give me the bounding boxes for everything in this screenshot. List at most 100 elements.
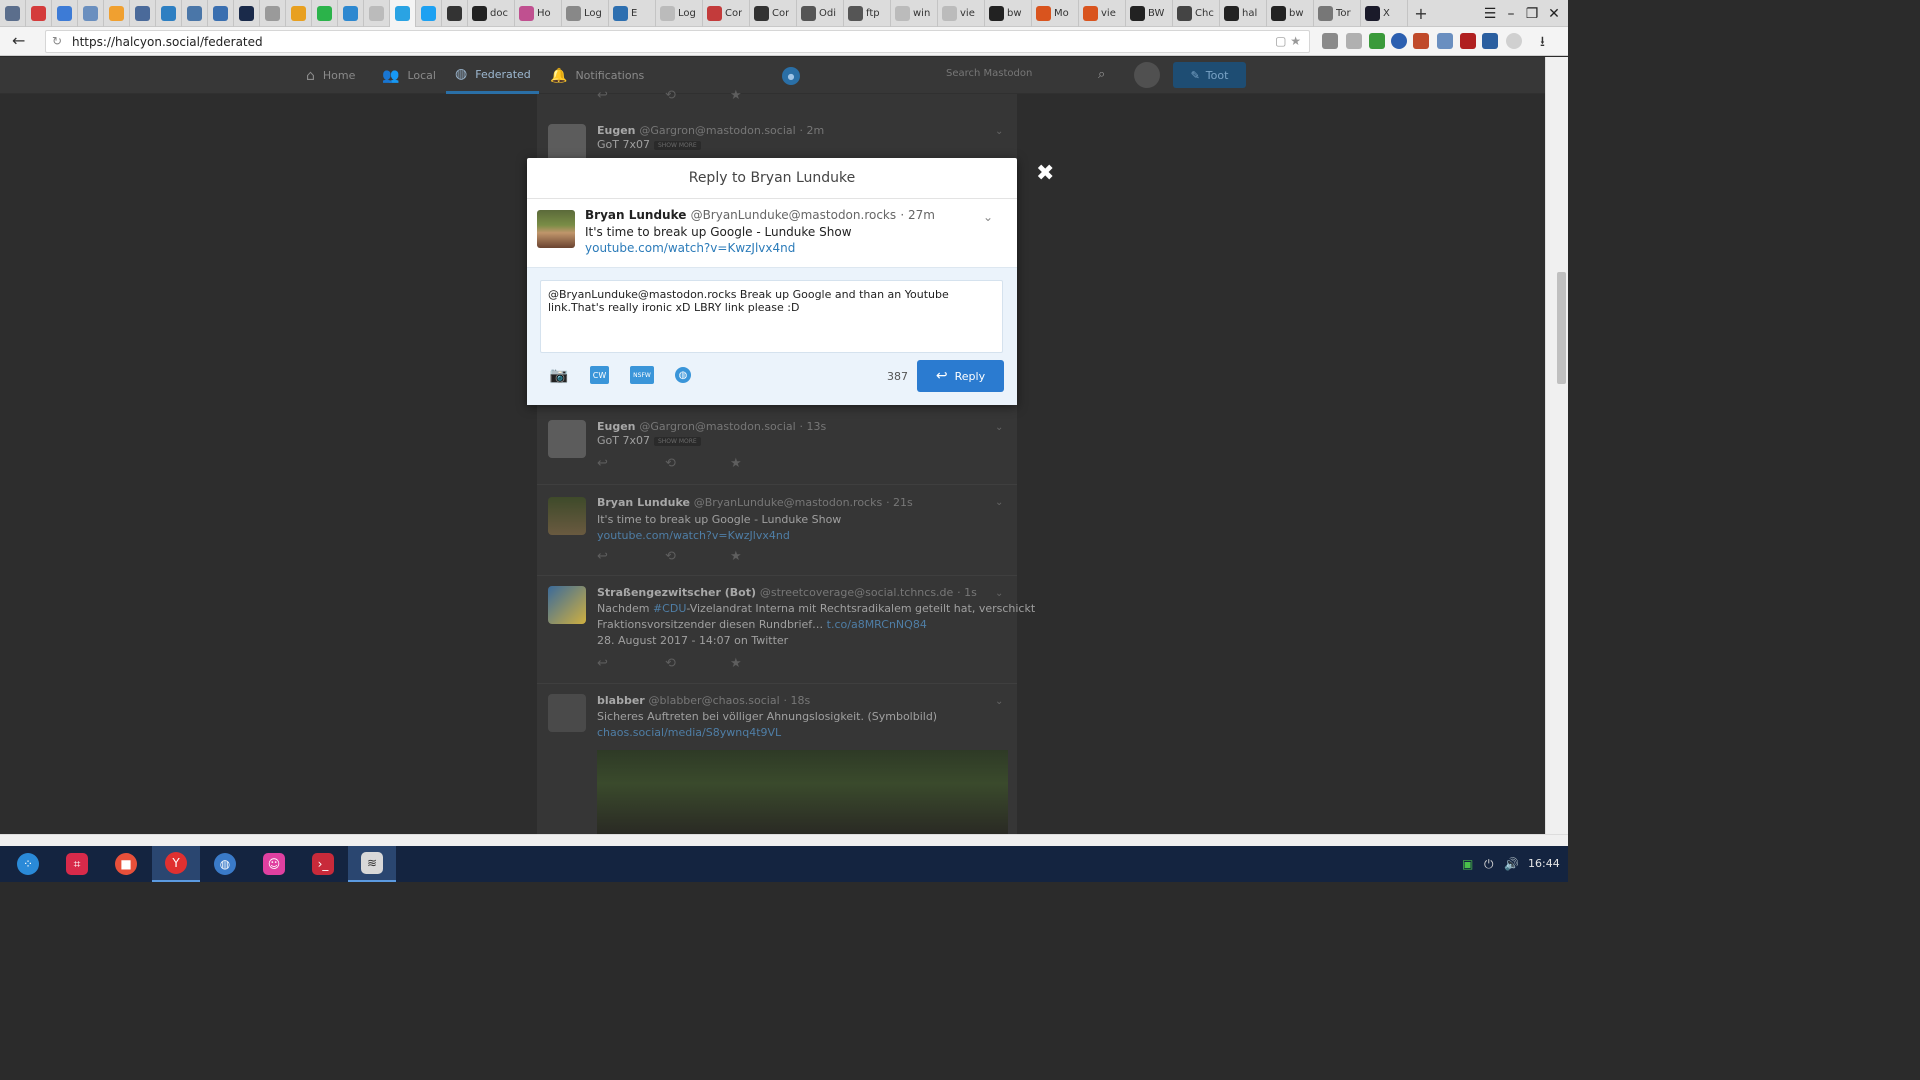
browser-tab[interactable]: BW [1126, 0, 1173, 27]
browser-tab[interactable]: doc [468, 0, 515, 27]
extension-mail-icon[interactable] [1437, 33, 1453, 49]
post-link[interactable]: youtube.com/watch?v=KwzJlvx4nd [585, 241, 795, 255]
chevron-down-icon[interactable]: ⌄ [995, 588, 1003, 599]
browser-tab[interactable] [0, 0, 26, 27]
browser-tab[interactable]: vie [1079, 0, 1126, 27]
browser-tab[interactable] [182, 0, 208, 27]
minimize-icon[interactable]: – [1500, 0, 1522, 27]
avatar[interactable] [548, 497, 586, 535]
browser-tab[interactable] [364, 0, 390, 27]
back-arrow-icon[interactable]: ← [12, 31, 25, 50]
browser-tab[interactable] [78, 0, 104, 27]
post-author[interactable]: Bryan Lunduke @BryanLunduke@mastodon.roc… [597, 496, 913, 509]
reply-textarea[interactable]: @BryanLunduke@mastodon.rocks Break up Go… [540, 280, 1003, 353]
browser-tab[interactable] [416, 0, 442, 27]
chevron-down-icon[interactable]: ⌄ [995, 696, 1003, 707]
taskbar-recorder-app[interactable]: ■ [102, 846, 150, 882]
reply-icon[interactable]: ↩ [597, 549, 608, 564]
browser-tab[interactable] [208, 0, 234, 27]
post-author[interactable]: Straßengezwitscher (Bot) @streetcoverage… [597, 586, 977, 599]
extension-search-icon[interactable] [1506, 33, 1522, 49]
browser-tab[interactable] [130, 0, 156, 27]
volume-icon[interactable]: 🔊 [1504, 857, 1519, 871]
browser-tab[interactable] [156, 0, 182, 27]
download-icon[interactable]: ⭳ [1540, 31, 1556, 50]
browser-tab[interactable] [286, 0, 312, 27]
camera-icon[interactable]: 📷 [549, 366, 569, 384]
close-icon[interactable]: ✖ [1036, 161, 1054, 186]
nav-federated[interactable]: ◍ Federated [446, 57, 539, 94]
show-more-button[interactable]: SHOW MORE [653, 140, 701, 150]
extension-cloud-icon[interactable] [1346, 33, 1362, 49]
browser-tab[interactable]: X [1361, 0, 1408, 27]
favourite-icon[interactable]: ★ [730, 549, 742, 564]
list-item[interactable]: blabber @blabber@chaos.social · 18s Sich… [537, 684, 1017, 834]
browser-tab[interactable]: Log [562, 0, 609, 27]
browser-tab[interactable] [234, 0, 260, 27]
chevron-down-icon[interactable]: ⌄ [995, 126, 1003, 137]
list-item[interactable]: Eugen @Gargron@mastodon.social · 13s GoT… [537, 410, 1017, 485]
post-link[interactable]: t.co/a8MRCnNQ84 [827, 618, 927, 631]
extension-ublock-icon[interactable] [1460, 33, 1476, 49]
chevron-down-icon[interactable]: ⌄ [995, 422, 1003, 433]
extension-bug-icon[interactable] [1413, 33, 1429, 49]
power-icon[interactable]: ⏻ [1484, 857, 1494, 872]
toot-button[interactable]: ✎ Toot [1173, 62, 1246, 88]
post-author[interactable]: Eugen @Gargron@mastodon.social · 13s [597, 420, 826, 433]
taskbar-globe-app[interactable]: ◍ [201, 846, 249, 882]
browser-tab[interactable]: bw [985, 0, 1032, 27]
boost-icon[interactable]: ⟲ [665, 456, 676, 471]
taskbar-chat-app[interactable]: ☺ [250, 846, 298, 882]
browser-tab[interactable]: Odi [797, 0, 844, 27]
browser-tab[interactable]: bw [1267, 0, 1314, 27]
cw-button[interactable]: CW [590, 366, 609, 384]
post-media-image[interactable] [597, 750, 1008, 834]
browser-tab[interactable]: E [609, 0, 656, 27]
taskbar-screenshot-app[interactable]: ⌗ [53, 846, 101, 882]
post-link[interactable]: chaos.social/media/S8ywnq4t9VL [597, 726, 781, 739]
browser-tab[interactable]: Cor [750, 0, 797, 27]
bookmark-star-icon[interactable]: ▢ ★ [1275, 34, 1301, 48]
boost-icon[interactable]: ⟲ [665, 88, 676, 103]
boost-icon[interactable]: ⟲ [665, 656, 676, 671]
avatar[interactable] [548, 124, 586, 162]
browser-tab[interactable] [52, 0, 78, 27]
browser-tab[interactable]: vie [938, 0, 985, 27]
network-icon[interactable]: ▣ [1462, 857, 1473, 871]
nav-home[interactable]: ⌂ Home [306, 57, 355, 94]
globe-icon[interactable]: ◍ [675, 367, 691, 383]
browser-tab[interactable] [442, 0, 468, 27]
reply-button[interactable]: ↩ Reply [917, 360, 1004, 392]
horizontal-scrollbar[interactable] [0, 834, 1568, 846]
browser-tab[interactable] [312, 0, 338, 27]
hashtag-link[interactable]: #CDU [653, 602, 686, 615]
reload-icon[interactable]: ↻ [52, 34, 62, 48]
scrollbar-thumb[interactable] [1557, 272, 1566, 384]
taskbar-stack-app[interactable]: ≋ [348, 846, 396, 882]
halcyon-logo-icon[interactable]: ● [782, 67, 800, 85]
search-input[interactable]: Search Mastodon [946, 68, 1032, 79]
post-author[interactable]: blabber @blabber@chaos.social · 18s [597, 694, 810, 707]
show-more-button[interactable]: SHOW MORE [653, 436, 701, 446]
extension-block-icon[interactable] [1391, 33, 1407, 49]
extension-leaf-icon[interactable] [1369, 33, 1385, 49]
nav-local[interactable]: 👥 Local [382, 57, 436, 94]
browser-tab[interactable]: win [891, 0, 938, 27]
browser-tab[interactable]: Tor [1314, 0, 1361, 27]
reply-icon[interactable]: ↩ [597, 656, 608, 671]
taskbar-yandex-browser[interactable]: Y [152, 846, 200, 882]
browser-tab[interactable]: Log [656, 0, 703, 27]
post-author[interactable]: Bryan Lunduke @BryanLunduke@mastodon.roc… [585, 208, 935, 222]
favourite-icon[interactable]: ★ [730, 656, 742, 671]
favourite-icon[interactable]: ★ [730, 88, 742, 103]
reply-icon[interactable]: ↩ [597, 88, 608, 103]
browser-tab[interactable]: Chc [1173, 0, 1220, 27]
reply-icon[interactable]: ↩ [597, 456, 608, 471]
search-icon[interactable]: ⌕ [1098, 67, 1105, 82]
browser-tab[interactable]: ftp [844, 0, 891, 27]
browser-tab[interactable]: hal [1220, 0, 1267, 27]
post-author[interactable]: Eugen @Gargron@mastodon.social · 2m [597, 124, 824, 137]
avatar[interactable] [548, 586, 586, 624]
browser-tab[interactable]: Mo [1032, 0, 1079, 27]
browser-tab[interactable] [390, 0, 416, 27]
